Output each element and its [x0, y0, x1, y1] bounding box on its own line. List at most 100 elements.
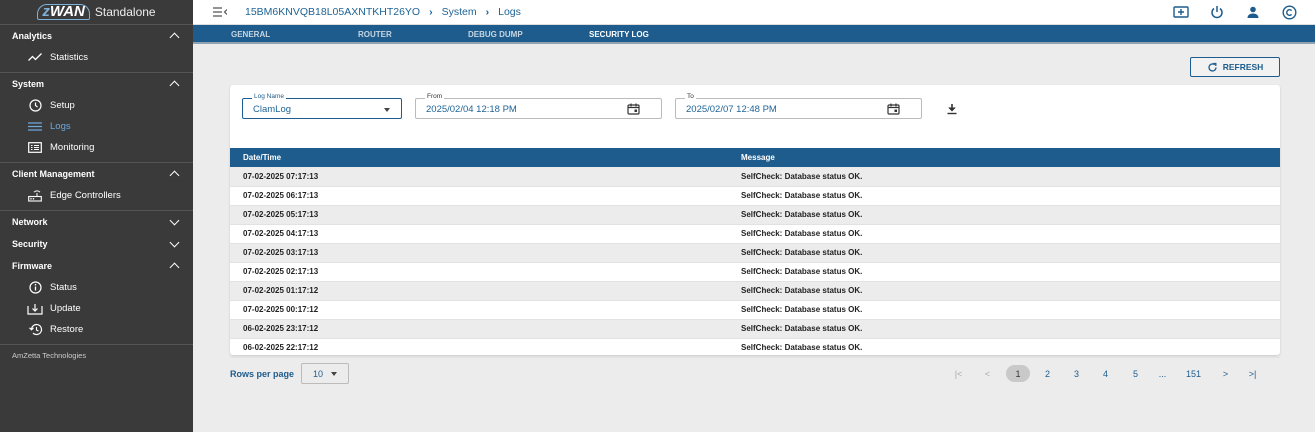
sidebar-section-label: Client Management [12, 169, 95, 179]
refresh-icon [1208, 62, 1217, 72]
to-label: To [685, 92, 696, 101]
table-row[interactable]: 07-02-2025 02:17:13 SelfCheck: Database s… [230, 262, 1280, 282]
rows-per-page-value: 10 [313, 368, 324, 379]
sidebar-section-firmware[interactable]: Firmware [0, 255, 193, 277]
cell-datetime: 07-02-2025 07:17:13 [230, 167, 741, 187]
sidebar-item-setup[interactable]: Setup [0, 95, 193, 116]
cell-message: SelfCheck: Database status OK. [741, 205, 1280, 225]
table-row[interactable]: 07-02-2025 07:17:13 SelfCheck: Database s… [230, 167, 1280, 187]
sidebar-section-analytics[interactable]: Analytics [0, 25, 193, 47]
table-row[interactable]: 07-02-2025 05:17:13 SelfCheck: Database s… [230, 205, 1280, 225]
cell-datetime: 07-02-2025 01:17:12 [230, 281, 741, 301]
page-button-4[interactable]: 4 [1097, 365, 1114, 382]
first-page-button[interactable]: |< [950, 365, 967, 382]
cell-message: SelfCheck: Database status OK. [741, 300, 1280, 320]
last-page-button[interactable]: >| [1244, 365, 1261, 382]
user-icon[interactable] [1245, 4, 1261, 20]
logo-wordmark: zWAN [37, 4, 90, 20]
table-row[interactable]: 07-02-2025 01:17:12 SelfCheck: Database s… [230, 281, 1280, 301]
table-row[interactable]: 07-02-2025 00:17:12 SelfCheck: Database s… [230, 300, 1280, 320]
page-button-2[interactable]: 2 [1039, 365, 1056, 382]
breadcrumb-system[interactable]: System [442, 6, 477, 18]
prev-page-button[interactable]: < [979, 365, 996, 382]
column-header-datetime[interactable]: Date/Time [230, 148, 741, 167]
download-icon[interactable] [945, 102, 959, 116]
breadcrumb-separator: › [429, 6, 433, 18]
cell-datetime: 07-02-2025 03:17:13 [230, 243, 741, 263]
sidebar-section-client-management[interactable]: Client Management [0, 163, 193, 185]
sidebar: zWAN Standalone Analytics Statistics Syste… [0, 0, 193, 432]
log-card: Log Name ClamLog From 2025/02/04 12:18 P… [230, 85, 1280, 358]
cell-datetime: 07-02-2025 05:17:13 [230, 205, 741, 225]
sidebar-section-label: Firmware [12, 261, 53, 271]
chevron-up-icon [169, 262, 180, 273]
tab-debug-dump[interactable]: DEBUG DUMP [468, 30, 523, 39]
sidebar-item-logs[interactable]: Logs [0, 116, 193, 137]
tab-general[interactable]: GENERAL [231, 30, 270, 39]
cell-message: SelfCheck: Database status OK. [741, 319, 1280, 339]
footer-company: AmZetta Technologies [12, 351, 87, 360]
from-date-field[interactable]: From 2025/02/04 12:18 PM [415, 92, 662, 119]
cell-datetime: 07-02-2025 04:17:13 [230, 224, 741, 244]
breadcrumb-logs: Logs [498, 6, 521, 18]
log-name-select[interactable]: Log Name ClamLog [242, 92, 402, 119]
breadcrumb-device[interactable]: 15BM6KNVQB18L05AXNTKHT26YO [245, 6, 420, 18]
sidebar-item-label: Restore [50, 324, 84, 335]
cell-datetime: 06-02-2025 22:17:12 [230, 338, 741, 358]
rows-per-page-select[interactable]: 10 [301, 363, 350, 384]
table-row[interactable]: 06-02-2025 23:17:12 SelfCheck: Database s… [230, 319, 1280, 339]
sidebar-section-label: Security [12, 239, 48, 249]
cell-datetime: 06-02-2025 23:17:12 [230, 319, 741, 339]
trend-icon [27, 51, 43, 65]
cell-message: SelfCheck: Database status OK. [741, 262, 1280, 282]
sidebar-item-edge-controllers[interactable]: Edge Controllers [0, 185, 193, 206]
cell-datetime: 07-02-2025 02:17:13 [230, 262, 741, 282]
table-row[interactable]: 06-02-2025 22:17:12 SelfCheck: Database s… [230, 338, 1280, 358]
sidebar-item-label: Logs [50, 121, 71, 132]
column-header-message[interactable]: Message [741, 148, 1280, 167]
table-row[interactable]: 07-02-2025 04:17:13 SelfCheck: Database s… [230, 224, 1280, 244]
calendar-icon[interactable] [627, 103, 640, 115]
router-icon [27, 189, 43, 203]
sidebar-item-label: Monitoring [50, 142, 95, 153]
sidebar-item-restore[interactable]: Restore [0, 319, 193, 340]
sidebar-section-label: Analytics [12, 31, 53, 41]
log-table-body: 07-02-2025 07:17:13 SelfCheck: Database s… [230, 167, 1280, 358]
log-table: Date/Time Message 07-02-2025 07:17:13 Sel… [230, 148, 1280, 358]
tab-router[interactable]: ROUTER [358, 30, 392, 39]
page-button-1[interactable]: 1 [1006, 365, 1030, 382]
sidebar-item-statistics[interactable]: Statistics [0, 47, 193, 68]
breadcrumb: 15BM6KNVQB18L05AXNTKHT26YO › System › Lo… [245, 6, 521, 18]
refresh-button[interactable]: REFRESH [1190, 57, 1280, 77]
upload-icon [27, 302, 43, 316]
copyright-icon[interactable] [1281, 4, 1297, 20]
calendar-icon[interactable] [887, 103, 900, 115]
from-value: 2025/02/04 12:18 PM [426, 104, 517, 115]
chevron-up-icon [169, 170, 180, 181]
sidebar-item-monitoring[interactable]: Monitoring [0, 137, 193, 158]
to-date-field[interactable]: To 2025/02/07 12:48 PM [675, 92, 922, 119]
cell-message: SelfCheck: Database status OK. [741, 338, 1280, 358]
next-page-button[interactable]: > [1217, 365, 1234, 382]
table-row[interactable]: 07-02-2025 03:17:13 SelfCheck: Database s… [230, 243, 1280, 263]
page-button-151[interactable]: 151 [1185, 365, 1202, 382]
sidebar-item-status[interactable]: Status [0, 277, 193, 298]
sidebar-item-update[interactable]: Update [0, 298, 193, 319]
page-button-3[interactable]: 3 [1068, 365, 1085, 382]
power-icon[interactable] [1209, 4, 1225, 20]
top-bar: 15BM6KNVQB18L05AXNTKHT26YO › System › Lo… [193, 0, 1315, 25]
cell-message: SelfCheck: Database status OK. [741, 281, 1280, 301]
header-actions [1173, 4, 1297, 20]
rows-per-page: Rows per page 10 [230, 363, 350, 384]
page-button-5[interactable]: 5 [1127, 365, 1144, 382]
menu-toggle-icon[interactable] [213, 7, 227, 17]
cell-datetime: 07-02-2025 00:17:12 [230, 300, 741, 320]
sidebar-item-label: Statistics [50, 52, 89, 63]
rows-per-page-label: Rows per page [230, 368, 295, 379]
sidebar-section-security[interactable]: Security [0, 233, 193, 255]
table-row[interactable]: 07-02-2025 06:17:13 SelfCheck: Database s… [230, 186, 1280, 206]
sidebar-section-system[interactable]: System [0, 73, 193, 95]
screen-icon[interactable] [1173, 4, 1189, 20]
sidebar-section-network[interactable]: Network [0, 211, 193, 233]
tab-security-log[interactable]: SECURITY LOG [589, 30, 649, 39]
